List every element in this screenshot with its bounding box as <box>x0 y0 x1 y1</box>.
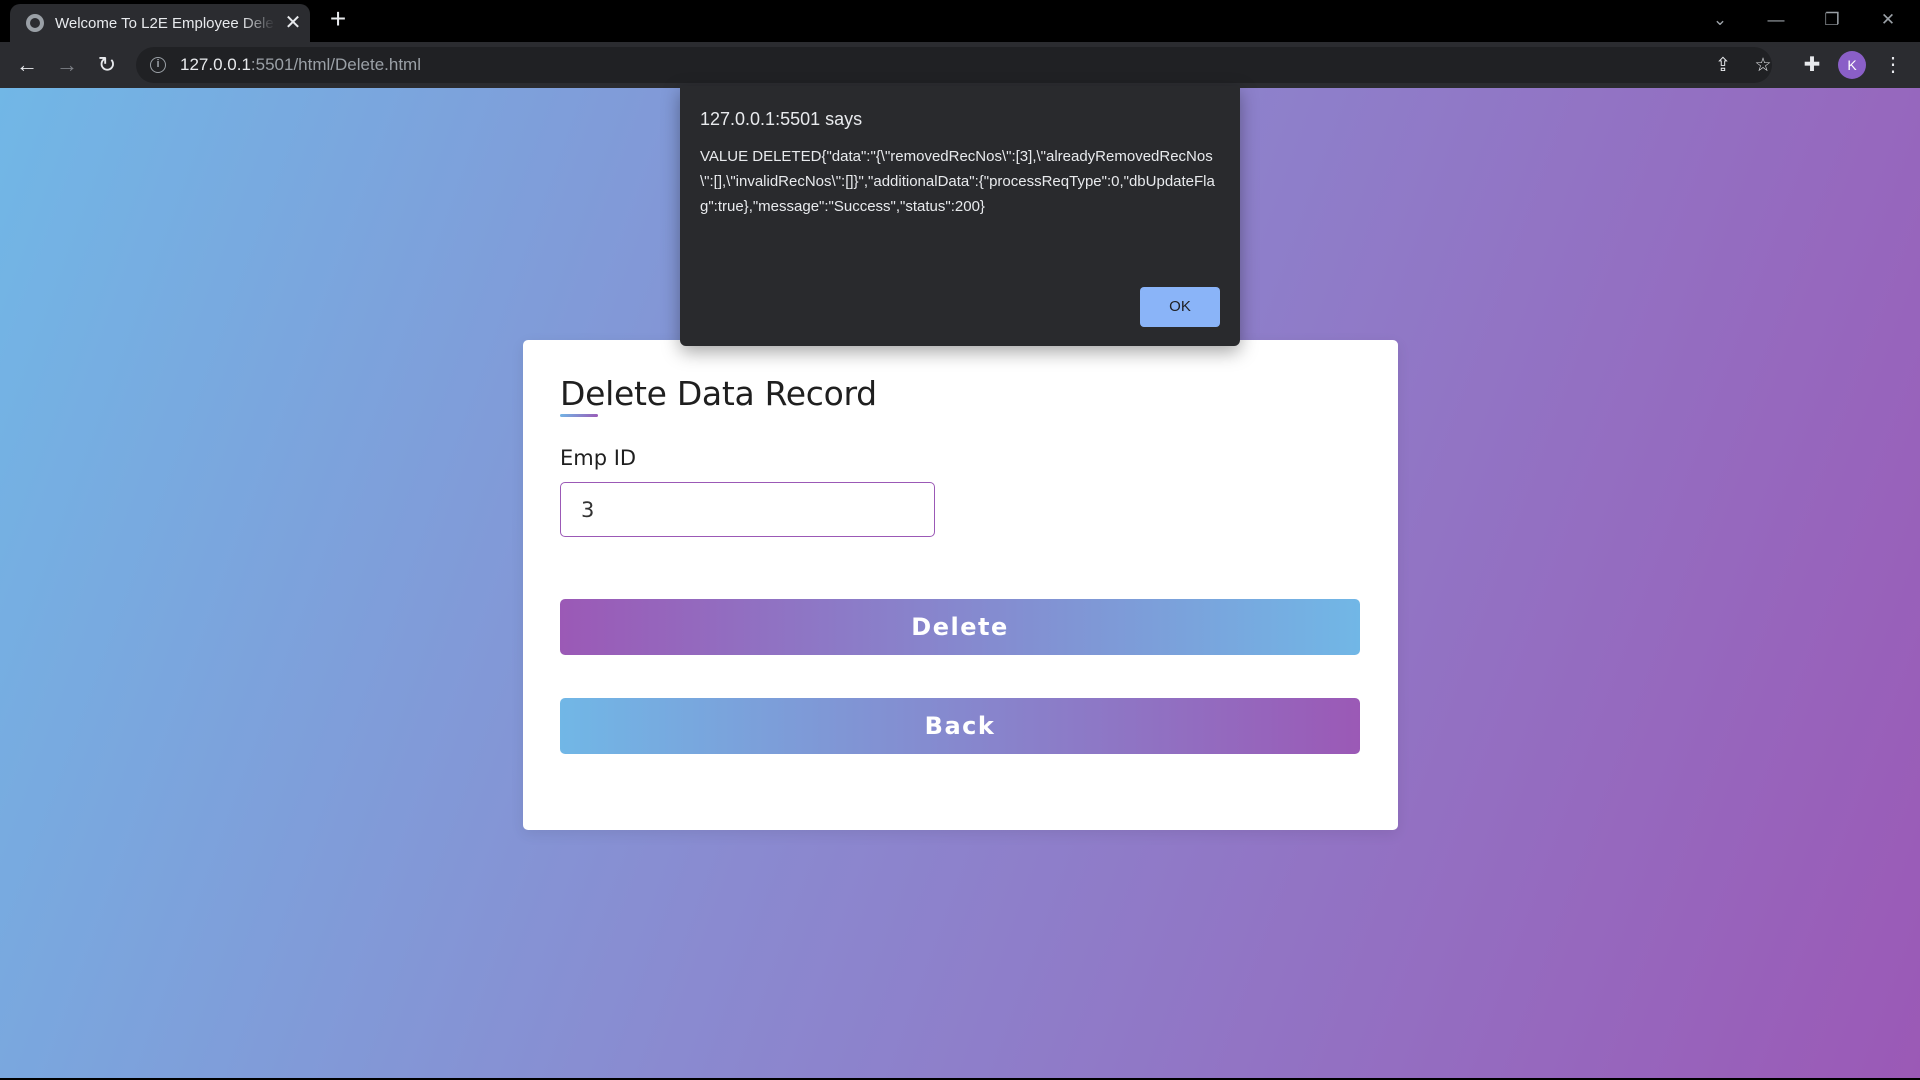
alert-dialog: 127.0.0.1:5501 says VALUE DELETED{"data"… <box>680 86 1240 346</box>
extensions-puzzle-icon[interactable]: ✚ <box>1797 50 1827 80</box>
tab-search-icon[interactable]: ⌄ <box>1697 4 1743 36</box>
url-host: 127.0.0.1 <box>180 55 251 74</box>
dialog-ok-button[interactable]: OK <box>1140 287 1220 327</box>
emp-id-input[interactable] <box>560 482 935 537</box>
delete-button[interactable]: Delete <box>560 599 1360 655</box>
address-bar[interactable]: i 127.0.0.1:5501/html/Delete.html ⇪ ☆ <box>136 47 1772 83</box>
menu-kebab-icon[interactable]: ⋮ <box>1878 50 1908 80</box>
new-tab-button[interactable]: + <box>324 5 352 34</box>
browser-tab[interactable]: Welcome To L2E Employee Delete ✕ <box>10 4 310 42</box>
url-path: :5501/html/Delete.html <box>250 55 421 74</box>
forward-arrow-icon[interactable]: → <box>52 50 82 80</box>
browser-toolbar: ← → ↻ i 127.0.0.1:5501/html/Delete.html … <box>0 42 1920 88</box>
url-text[interactable]: 127.0.0.1:5501/html/Delete.html <box>180 55 421 75</box>
close-window-button[interactable]: ✕ <box>1865 4 1911 36</box>
reload-icon[interactable]: ↻ <box>92 50 122 80</box>
tab-title: Welcome To L2E Employee Delete <box>55 14 275 32</box>
page-title: Delete Data Record <box>560 374 877 413</box>
tab-strip: Welcome To L2E Employee Delete ✕ + ⌄ — ❐… <box>0 0 1920 42</box>
back-arrow-icon[interactable]: ← <box>12 50 42 80</box>
dialog-message: VALUE DELETED{"data":"{\"removedRecNos\"… <box>700 148 1215 215</box>
title-underline <box>560 414 598 417</box>
profile-avatar[interactable]: K <box>1838 51 1866 79</box>
delete-form-card: Delete Data Record Emp ID Delete Back <box>523 340 1398 830</box>
bookmark-star-icon[interactable]: ☆ <box>1750 53 1776 79</box>
globe-icon <box>26 14 44 32</box>
back-button[interactable]: Back <box>560 698 1360 754</box>
close-tab-icon[interactable]: ✕ <box>283 13 303 33</box>
minimize-button[interactable]: — <box>1753 4 1799 36</box>
info-icon[interactable]: i <box>150 57 166 73</box>
restore-button[interactable]: ❐ <box>1809 4 1855 36</box>
share-icon[interactable]: ⇪ <box>1710 53 1736 79</box>
dialog-origin: 127.0.0.1:5501 says <box>700 109 863 129</box>
emp-id-label: Emp ID <box>560 446 637 470</box>
